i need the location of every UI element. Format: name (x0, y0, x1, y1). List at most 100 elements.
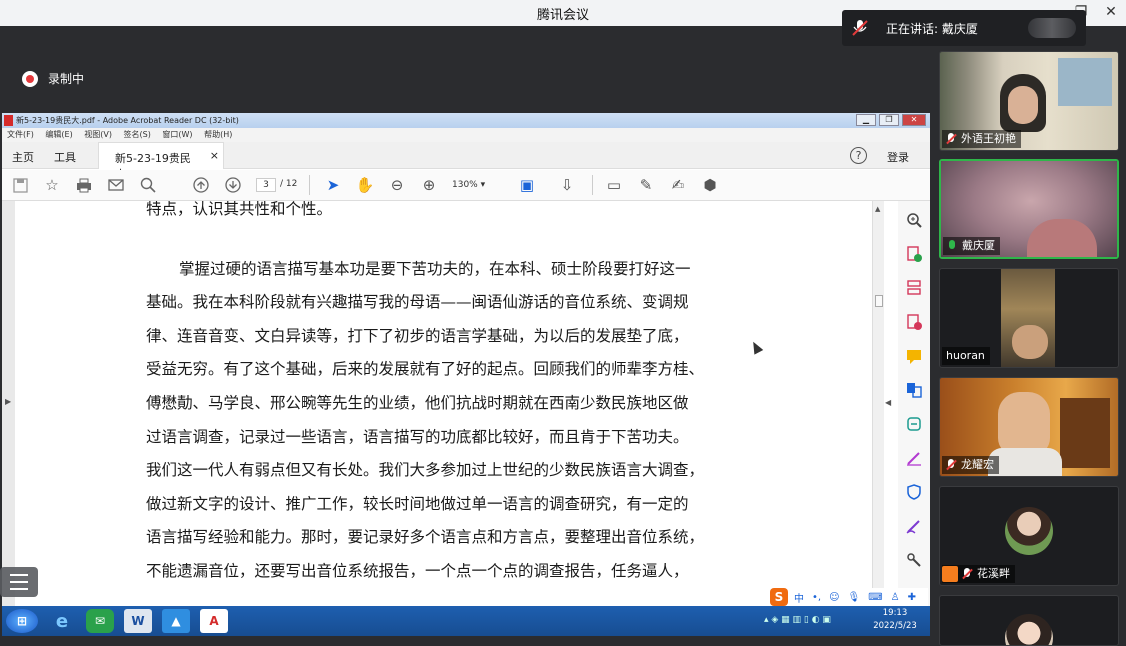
mic-muted-icon (962, 567, 972, 581)
acrobat-right-tool-panel (898, 201, 930, 606)
internet-explorer-icon[interactable]: e (48, 609, 76, 633)
menu-sign[interactable]: 签名(S) (124, 130, 151, 139)
keyboard-icon[interactable]: ⌨ (868, 592, 882, 603)
mic-muted-icon (946, 458, 956, 472)
scroll-thumb[interactable] (875, 295, 883, 307)
comment-tool-icon[interactable] (905, 347, 923, 365)
organize-pages-icon[interactable] (905, 279, 923, 297)
close-icon[interactable]: ✕ (1100, 2, 1122, 22)
print-icon[interactable] (75, 176, 93, 194)
send-for-signature-icon[interactable] (905, 517, 923, 535)
hand-tool-icon[interactable]: ✋ (356, 176, 375, 194)
member-list-icon[interactable] (0, 567, 38, 597)
punctuation-icon[interactable]: •, (812, 592, 821, 603)
participant-tile[interactable]: huoran (939, 268, 1119, 368)
windows-taskbar: ⊞ e ✉ W ▲ A ▴ ◈ ▦ ▥ ▯ ◐ ▣ 19:13 2022/5/2… (2, 606, 930, 636)
zoom-in-icon[interactable]: ⊕ (420, 176, 438, 194)
participant-name-tag: 花溪畔 (942, 565, 1015, 583)
toolbar-divider (592, 175, 593, 195)
speaking-label: 正在讲话: 戴庆厦 (886, 22, 978, 36)
save-icon[interactable] (11, 176, 29, 194)
scroll-mode-icon[interactable]: ⇩ (558, 176, 576, 194)
acrobat-minimize-icon[interactable]: ▁ (856, 114, 876, 126)
participant-avatar (1005, 614, 1053, 645)
pdf-page-view[interactable]: ▶ 特点，认识其共性和个性。 掌握过硬的语言描写基本功是要下苦功夫的，在本科、硕… (2, 201, 872, 606)
combine-files-icon[interactable] (905, 381, 923, 399)
sign-icon[interactable]: ✍ (669, 176, 687, 194)
menu-view[interactable]: 视图(V) (84, 130, 112, 139)
participant-name-tag: 外语王初艳 (942, 130, 1021, 148)
ime-toolbar[interactable]: S 中 •, ☺ 🎙 ⌨ ♙ ✚ (768, 588, 928, 606)
pdf-text-line: 我们这一代人有弱点但又有长处。我们大多参加过上世纪的少数民族语言大调查， (146, 461, 705, 480)
pdf-text-line: 语言描写经验和能力。那时，要记录好多个语言点和方言点，要整理出音位系统， (146, 528, 705, 547)
email-icon[interactable] (107, 176, 125, 194)
system-clock[interactable]: 19:13 2022/5/23 (862, 607, 928, 633)
speaking-mic-icon (852, 19, 868, 37)
vertical-scrollbar[interactable]: ▲ (872, 201, 884, 606)
participant-name: huoran (946, 349, 985, 362)
zoom-value: 130% (452, 180, 478, 190)
help-icon[interactable]: ? (850, 147, 867, 164)
page-number-input[interactable]: 3 (256, 178, 276, 192)
scroll-up-icon[interactable]: ▲ (875, 205, 880, 213)
zoom-out-icon[interactable]: ⊖ (388, 176, 406, 194)
comment-icon[interactable]: ▭ (605, 176, 623, 194)
mic-active-icon (947, 239, 957, 253)
collapse-right-panel-icon[interactable]: ◀ (885, 398, 891, 407)
zoom-tool-icon[interactable] (905, 211, 923, 229)
participant-tile[interactable]: 外语王初艳 (939, 51, 1119, 151)
pdf-text-line: 基础。我在本科阶段就有兴趣描写我的母语——闽语仙游话的音位系统、变调规 (146, 293, 689, 312)
create-pdf-icon[interactable] (905, 245, 923, 263)
participant-name-tag: 戴庆厦 (943, 237, 1000, 255)
participant-name: 外语王初艳 (961, 132, 1016, 145)
word-icon[interactable]: W (124, 609, 152, 633)
highlight-pen-icon[interactable]: ✎ (637, 176, 655, 194)
user-icon[interactable]: ♙ (891, 592, 900, 603)
recording-indicator[interactable]: 录制中 (22, 70, 84, 87)
participant-tile[interactable]: 龙耀宏 (939, 377, 1119, 477)
system-tray-icons[interactable]: ▴ ◈ ▦ ▥ ▯ ◐ ▣ (764, 615, 831, 625)
start-button-icon[interactable]: ⊞ (6, 609, 38, 633)
tencent-meeting-icon[interactable]: ▲ (162, 609, 190, 633)
skin-icon[interactable]: ✚ (908, 592, 916, 603)
share-tag-icon[interactable]: ⬢ (701, 176, 719, 194)
menu-window[interactable]: 窗口(W) (162, 130, 192, 139)
tab-home[interactable]: 主页 (12, 149, 34, 165)
page-fit-icon[interactable]: ▣ (518, 176, 536, 194)
protect-shield-icon[interactable] (905, 483, 923, 501)
sogou-ime-icon[interactable]: S (770, 588, 788, 606)
export-pdf-icon[interactable] (905, 313, 923, 331)
login-button[interactable]: 登录 (887, 149, 909, 165)
participant-avatar (1005, 507, 1053, 555)
participant-tile[interactable] (939, 595, 1119, 646)
emoji-icon[interactable]: ☺ (829, 592, 839, 603)
speaker-avatars (1028, 18, 1076, 38)
pdf-text-line: 傅懋勣、马学良、邢公畹等先生的业绩，他们抗战时期就在西南少数民族地区做 (146, 393, 689, 412)
search-icon[interactable] (139, 176, 157, 194)
acrobat-taskbar-icon[interactable]: A (200, 609, 228, 633)
bookmark-star-icon[interactable]: ☆ (43, 176, 61, 194)
tab-close-icon[interactable]: × (210, 149, 219, 162)
next-page-icon[interactable] (224, 176, 242, 194)
menu-file[interactable]: 文件(F) (7, 130, 34, 139)
acrobat-close-icon[interactable]: ✕ (902, 114, 926, 126)
voice-input-icon[interactable]: 🎙 (848, 592, 861, 603)
zoom-select[interactable]: 130% ▾ (452, 178, 500, 192)
expand-left-panel-icon[interactable]: ▶ (5, 397, 11, 406)
menu-help[interactable]: 帮助(H) (204, 130, 232, 139)
fill-sign-icon[interactable] (905, 449, 923, 467)
select-cursor-icon[interactable]: ➤ (324, 176, 342, 194)
participant-tile[interactable]: 花溪畔 (939, 486, 1119, 586)
tab-tools[interactable]: 工具 (54, 149, 76, 165)
ime-mode-label[interactable]: 中 (794, 590, 804, 605)
menu-edit[interactable]: 编辑(E) (45, 130, 72, 139)
tab-document[interactable]: 新5-23-19贵民大.pdf × (98, 142, 224, 181)
acrobat-restore-icon[interactable]: ❐ (879, 114, 899, 126)
enhance-scan-icon[interactable] (905, 415, 923, 433)
pdf-icon (4, 115, 13, 126)
participant-tile-speaking[interactable]: 戴庆厦 (939, 159, 1119, 259)
more-tools-icon[interactable] (905, 551, 923, 569)
meeting-window: 腾讯会议 ❐ ✕ 录制中 新5-23-19贵民大.pdf - Adobe Acr… (0, 0, 1126, 646)
previous-page-icon[interactable] (192, 176, 210, 194)
wechat-icon[interactable]: ✉ (86, 609, 114, 633)
